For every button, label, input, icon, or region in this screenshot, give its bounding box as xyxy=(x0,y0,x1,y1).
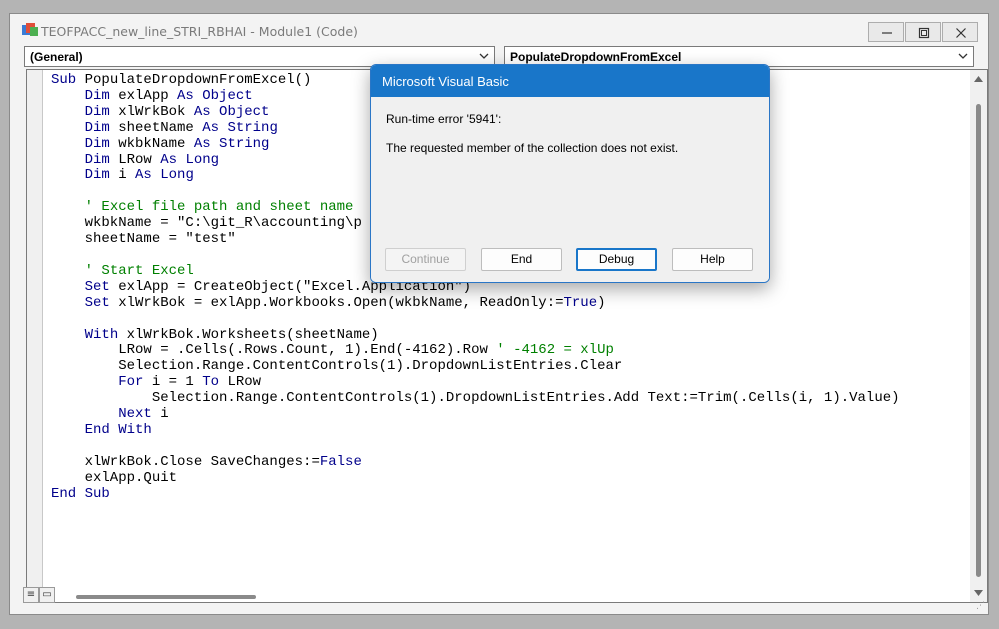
scroll-up-icon[interactable] xyxy=(974,76,983,82)
code-line[interactable]: Selection.Range.ContentControls(1).Dropd… xyxy=(51,358,900,375)
dialog-title-bar[interactable]: Microsoft Visual Basic xyxy=(371,65,769,97)
object-dropdown-value: (General) xyxy=(30,50,83,64)
vertical-scroll-thumb[interactable] xyxy=(976,104,981,577)
code-line[interactable]: exlApp.Quit xyxy=(51,470,900,487)
close-icon xyxy=(956,28,966,38)
continue-button: Continue xyxy=(385,248,466,271)
close-button[interactable] xyxy=(942,22,978,42)
code-line[interactable]: Selection.Range.ContentControls(1).Dropd… xyxy=(51,390,900,407)
error-dialog: Microsoft Visual Basic Run-time error '5… xyxy=(370,64,770,283)
code-line[interactable]: Next i xyxy=(51,406,900,423)
window-title: TEOFPACC_new_line_STRI_RBHAI - Module1 (… xyxy=(41,24,358,39)
dialog-title: Microsoft Visual Basic xyxy=(382,74,509,89)
code-line[interactable]: With xlWrkBok.Worksheets(sheetName) xyxy=(51,327,900,344)
title-bar[interactable]: TEOFPACC_new_line_STRI_RBHAI - Module1 (… xyxy=(10,14,988,44)
code-line[interactable]: xlWrkBok.Close SaveChanges:=False xyxy=(51,454,900,471)
code-line[interactable]: For i = 1 To LRow xyxy=(51,374,900,391)
error-code-text: Run-time error '5941': xyxy=(386,112,502,126)
debug-button[interactable]: Debug xyxy=(576,248,657,271)
vertical-scrollbar[interactable] xyxy=(970,70,987,602)
error-message-text: The requested member of the collection d… xyxy=(386,141,679,155)
procedure-dropdown-value: PopulateDropdownFromExcel xyxy=(510,50,682,64)
restore-button[interactable] xyxy=(905,22,941,42)
code-line[interactable] xyxy=(51,312,900,328)
code-line[interactable]: LRow = .Cells(.Rows.Count, 1).End(-4162)… xyxy=(51,342,900,359)
code-line[interactable] xyxy=(51,439,900,455)
procedure-view-button[interactable]: ≡ xyxy=(23,587,39,603)
vba-module-icon xyxy=(22,23,38,36)
minimize-button[interactable] xyxy=(868,22,904,42)
full-module-view-button[interactable]: ▭ xyxy=(39,587,55,603)
chevron-down-icon[interactable] xyxy=(476,48,492,65)
restore-icon xyxy=(918,27,930,39)
minimize-icon xyxy=(882,32,892,34)
scroll-down-icon[interactable] xyxy=(974,590,983,596)
margin-indicator-bar[interactable] xyxy=(27,70,43,602)
code-line[interactable]: Set xlWrkBok = exlApp.Workbooks.Open(wkb… xyxy=(51,295,900,312)
code-line[interactable]: End With xyxy=(51,422,900,439)
horizontal-scroll-thumb[interactable] xyxy=(76,595,256,599)
help-button[interactable]: Help xyxy=(672,248,753,271)
resize-grip-icon[interactable]: ⋰ xyxy=(976,601,985,611)
end-button[interactable]: End xyxy=(481,248,562,271)
code-line[interactable]: End Sub xyxy=(51,486,900,503)
chevron-down-icon[interactable] xyxy=(955,48,971,65)
